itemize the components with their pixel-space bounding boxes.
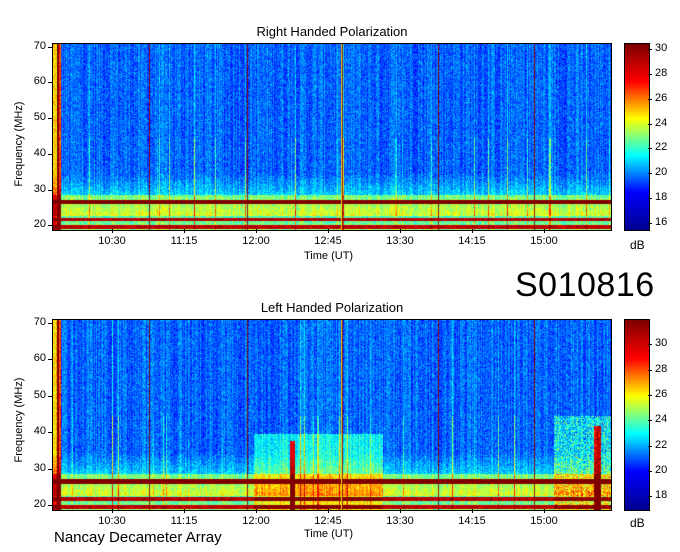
top-xtick-label: 15:00 [530,235,558,247]
top-xtick-label: 11:15 [170,235,198,247]
top-ytick-label: 60 [33,75,46,88]
bottom-colorbar-tick-label: 26 [655,388,668,400]
top-colorbar-tick [648,173,652,175]
bottom-colorbar-tick [648,395,652,396]
bottom-ytick-label: 30 [33,461,46,474]
bottom-ytick-label: 20 [33,498,46,511]
bottom-xtick-label: 12:45 [314,515,342,527]
top-xlabel: Time (UT) [304,250,354,262]
top-xtick [544,229,545,233]
top-colorbar-tick [648,74,652,75]
top-colorbar-unit: dB [630,238,645,252]
bottom-colorbar-tick [648,496,652,498]
bottom-xtick [256,509,257,513]
top-colorbar-tick-label: 26 [655,91,668,104]
bottom-colorbar-tick-label: 22 [655,438,668,451]
bottom-ytick [48,432,52,434]
top-panel-title: Right Handed Polarization [256,24,408,39]
bottom-colorbar-tick-label: 28 [655,362,668,375]
top-xtick-label: 13:30 [386,235,414,247]
top-ytick [48,82,52,84]
top-colorbar-tick-label: 16 [655,215,668,228]
top-colorbar-tick-label: 24 [655,116,668,129]
top-ytick [48,118,52,120]
bottom-colorbar-tick [648,344,652,346]
bottom-xtick [328,509,329,513]
top-ytick-label: 20 [33,218,46,231]
top-colorbar-tick-label: 22 [655,141,668,154]
top-colorbar-tick [648,198,652,199]
bottom-colorbar-unit: dB [630,516,645,530]
bottom-xtick [112,509,113,513]
top-ytick-label: 70 [33,39,46,52]
bottom-xtick [544,509,545,513]
top-colorbar [624,43,650,231]
top-xtick [184,229,185,233]
top-colorbar-tick-label: 18 [655,191,668,203]
bottom-ytick-label: 60 [33,352,46,365]
top-xtick [112,229,113,233]
top-xtick-label: 12:00 [242,235,270,247]
bottom-panel-title: Left Handed Polarization [260,300,404,315]
bottom-xtick-label: 11:15 [170,515,198,527]
bottom-ytick [48,395,52,397]
top-xtick-label: 10:30 [98,235,126,247]
bottom-xtick [400,509,401,513]
top-colorbar-tick [648,222,652,224]
top-ytick-label: 40 [33,146,46,159]
bottom-colorbar-tick-label: 18 [655,489,668,502]
top-ytick [48,46,52,48]
bottom-ytick-label: 70 [33,315,46,328]
bottom-xtick-label: 12:00 [242,515,270,527]
top-xtick-label: 12:45 [314,235,342,247]
bottom-xtick-label: 14:15 [458,515,486,527]
bottom-ytick-label: 40 [33,425,46,438]
top-ytick [48,153,52,155]
top-colorbar-tick [648,148,652,150]
top-xtick-label: 14:15 [458,235,486,247]
bottom-colorbar [624,319,650,511]
top-xtick [256,229,257,233]
bottom-ytick [48,468,52,470]
bottom-xtick [472,509,473,513]
top-spectrogram [52,43,612,231]
top-ytick-label: 30 [33,182,46,195]
top-xtick [472,229,473,233]
bottom-xtick-label: 10:30 [98,515,126,527]
bottom-colorbar-tick [648,471,652,472]
bottom-ytick [48,505,52,507]
bottom-colorbar-tick [648,420,652,422]
bottom-xtick [184,509,185,513]
instrument-name: Nancay Decameter Array [54,529,222,546]
bottom-xtick-label: 13:30 [386,515,414,527]
bottom-spectrogram [52,319,612,511]
bottom-ytick-label: 50 [33,388,46,401]
bottom-xlabel: Time (UT) [304,528,354,540]
bottom-ytick [48,359,52,361]
bottom-colorbar-tick-label: 30 [655,337,668,350]
bottom-colorbar-tick [648,445,652,447]
top-ytick-label: 50 [33,111,46,124]
bottom-colorbar-tick-label: 24 [655,413,668,426]
top-ytick [48,189,52,191]
top-colorbar-tick [648,98,652,100]
bottom-colorbar-tick-label: 20 [655,464,668,476]
bottom-ytick [48,322,52,324]
top-colorbar-tick-label: 30 [655,42,668,55]
top-colorbar-tick-label: 28 [655,67,668,79]
top-colorbar-tick-label: 20 [655,166,668,179]
bottom-xtick-label: 15:00 [530,515,558,527]
bottom-colorbar-tick [648,369,652,371]
top-colorbar-tick [648,49,652,51]
top-xtick [400,229,401,233]
top-ytick [48,225,52,227]
top-colorbar-tick [648,123,652,125]
top-xtick [328,229,329,233]
